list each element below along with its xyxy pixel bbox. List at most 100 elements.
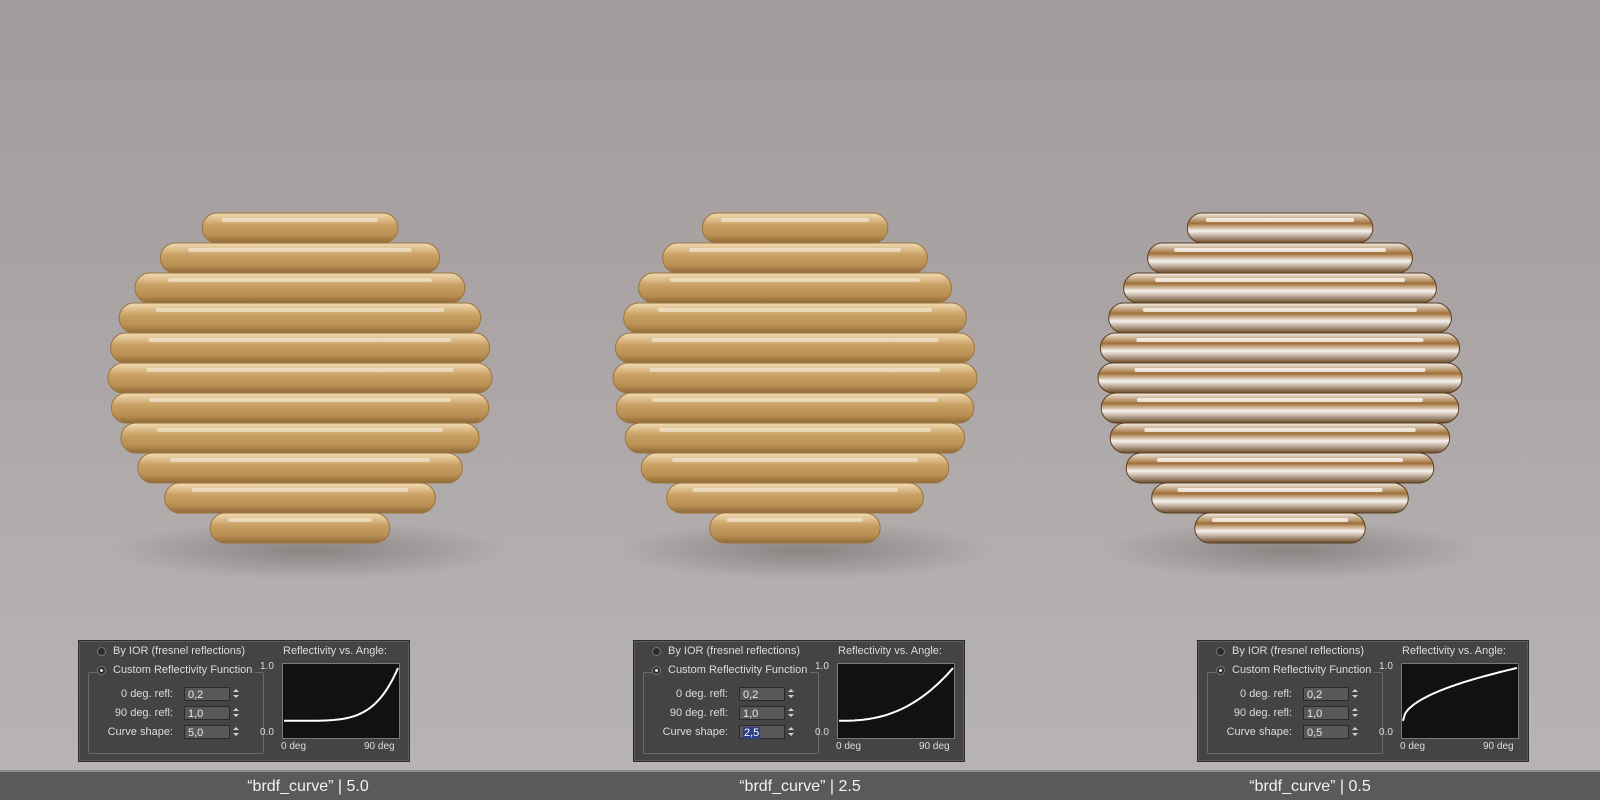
curve-shape-spinner[interactable]: 2,5 (739, 724, 796, 739)
refl90-spinner[interactable]: 1,0 (739, 705, 796, 720)
refl90-row: 90 deg. refl: 1,0 (1207, 704, 1360, 721)
sphere-highlight (1205, 218, 1355, 222)
radio-icon (1216, 646, 1225, 656)
sphere-highlight (1134, 368, 1426, 372)
refl0-field[interactable]: 0,2 (1303, 686, 1349, 701)
sphere-rib (137, 452, 463, 484)
spinner-arrows-icon[interactable] (1350, 687, 1360, 701)
radio-selected-icon (1216, 665, 1225, 675)
sphere-rib (709, 512, 881, 544)
spinner-arrows-icon[interactable] (786, 725, 796, 739)
sphere-highlight (726, 518, 864, 522)
sphere-highlight (692, 488, 898, 492)
radio-custom-function[interactable]: Custom Reflectivity Function (1216, 662, 1375, 678)
curve-shape-value: 0,5 (1307, 726, 1323, 739)
reflectivity-panel: By IOR (fresnel reflections) Custom Refl… (633, 640, 965, 762)
spinner-arrows-icon[interactable] (231, 706, 241, 720)
sphere-highlight (156, 428, 444, 432)
sphere-rib (110, 392, 490, 424)
sphere-rib (134, 272, 466, 304)
spinner-arrows-icon[interactable] (231, 725, 241, 739)
refl0-row: 0 deg. refl: 0,2 (1207, 685, 1360, 702)
caption-label: “brdf_curve” | 2.5 (739, 778, 861, 795)
ribbed-sphere-render (605, 205, 985, 565)
refl90-field[interactable]: 1,0 (1303, 705, 1349, 720)
sphere-highlight (148, 338, 452, 342)
reflectivity-curve (1402, 667, 1518, 722)
graph-title: Reflectivity vs. Angle: (283, 645, 387, 657)
sphere-rib (110, 332, 490, 364)
sphere-rib (1100, 392, 1460, 424)
sphere-rib (120, 422, 480, 454)
radio-custom-function[interactable]: Custom Reflectivity Function (97, 662, 256, 678)
sphere-rib (624, 422, 966, 454)
sphere-highlight (1174, 248, 1386, 252)
sphere-rib (107, 362, 493, 394)
spinner-arrows-icon[interactable] (1350, 725, 1360, 739)
spinner-arrows-icon[interactable] (786, 706, 796, 720)
radio-icon (652, 646, 661, 656)
radio-custom-function[interactable]: Custom Reflectivity Function (652, 662, 811, 678)
radio-label: Custom Reflectivity Function (1232, 664, 1372, 676)
reflectivity-panel: By IOR (fresnel reflections) Custom Refl… (1197, 640, 1529, 762)
radio-label: By IOR (fresnel reflections) (1232, 645, 1365, 657)
y-min-label: 0.0 (1379, 727, 1393, 738)
refl0-spinner[interactable]: 0,2 (739, 686, 796, 701)
refl0-spinner[interactable]: 0,2 (184, 686, 241, 701)
sphere-rib (612, 362, 978, 394)
curve-shape-field[interactable]: 5,0 (184, 724, 230, 739)
curve-shape-spinner[interactable]: 0,5 (1303, 724, 1360, 739)
sphere-highlight (657, 308, 932, 312)
y-min-label: 0.0 (815, 727, 829, 738)
refl0-spinner[interactable]: 0,2 (1303, 686, 1360, 701)
sphere-rib (1108, 302, 1452, 334)
radio-by-ior[interactable]: By IOR (fresnel reflections) (652, 643, 800, 659)
x-max-label: 90 deg (364, 741, 395, 752)
radio-selected-icon (97, 665, 106, 675)
spinner-arrows-icon[interactable] (1350, 706, 1360, 720)
curve-shape-row: Curve shape: 5,0 (88, 723, 241, 740)
sphere-rib (1186, 212, 1374, 244)
caption-bar: “brdf_curve” | 5.0 “brdf_curve” | 2.5 “b… (0, 770, 1600, 800)
spinner-arrows-icon[interactable] (231, 687, 241, 701)
curve-shape-field[interactable]: 0,5 (1303, 724, 1349, 739)
curve-shape-field[interactable]: 2,5 (739, 724, 785, 739)
sphere-highlight (1211, 518, 1349, 522)
spinner-arrows-icon[interactable] (786, 687, 796, 701)
radio-label: Custom Reflectivity Function (668, 664, 808, 676)
sphere-rib (701, 212, 889, 244)
curve-shape-row: Curve shape: 0,5 (1207, 723, 1360, 740)
refl90-spinner[interactable]: 1,0 (184, 705, 241, 720)
refl0-value: 0,2 (1307, 688, 1323, 701)
refl90-spinner[interactable]: 1,0 (1303, 705, 1360, 720)
sphere-rib (640, 452, 950, 484)
refl90-field[interactable]: 1,0 (739, 705, 785, 720)
refl0-field[interactable]: 0,2 (184, 686, 230, 701)
curve-shape-spinner[interactable]: 5,0 (184, 724, 241, 739)
sphere-rib (662, 242, 928, 274)
caption-label: “brdf_curve” | 5.0 (247, 778, 369, 795)
curve-shape-value: 2,5 (743, 726, 761, 739)
field-label: Curve shape: (107, 725, 173, 738)
sphere-rib (1123, 272, 1437, 304)
refl0-field[interactable]: 0,2 (739, 686, 785, 701)
radio-by-ior[interactable]: By IOR (fresnel reflections) (97, 643, 245, 659)
sphere-highlight (221, 218, 379, 222)
refl0-value: 0,2 (188, 688, 204, 701)
ribbed-sphere-render (1090, 205, 1470, 565)
field-label: 0 deg. refl: (676, 687, 728, 700)
x-min-label: 0 deg (1400, 741, 1426, 752)
sphere-highlight (1136, 398, 1423, 402)
sphere-rib (1099, 332, 1461, 364)
radio-by-ior[interactable]: By IOR (fresnel reflections) (1216, 643, 1364, 659)
sphere-highlight (672, 458, 918, 462)
x-max-label: 90 deg (919, 741, 950, 752)
y-max-label: 1.0 (815, 661, 829, 672)
sphere-highlight (669, 278, 921, 282)
radio-label: By IOR (fresnel reflections) (668, 645, 801, 657)
refl90-field[interactable]: 1,0 (184, 705, 230, 720)
sphere-rib (164, 482, 436, 514)
sphere-highlight (228, 518, 372, 522)
x-min-label: 0 deg (836, 741, 862, 752)
refl90-row: 90 deg. refl: 1,0 (643, 704, 796, 721)
